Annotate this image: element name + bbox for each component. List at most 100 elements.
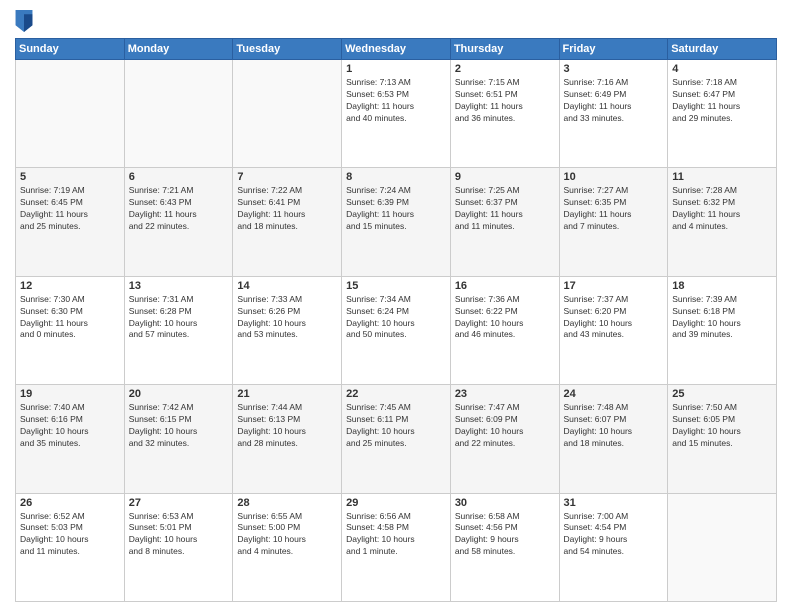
calendar-cell <box>124 60 233 168</box>
day-info: Sunrise: 7:39 AM Sunset: 6:18 PM Dayligh… <box>672 294 772 342</box>
day-info: Sunrise: 6:53 AM Sunset: 5:01 PM Dayligh… <box>129 511 229 559</box>
day-info: Sunrise: 7:21 AM Sunset: 6:43 PM Dayligh… <box>129 185 229 233</box>
day-number: 10 <box>564 171 664 183</box>
calendar-cell: 5 Sunrise: 7:19 AM Sunset: 6:45 PM Daylig… <box>16 168 125 276</box>
calendar-cell: 25 Sunrise: 7:50 AM Sunset: 6:05 PM Dayli… <box>668 385 777 493</box>
page: SundayMondayTuesdayWednesdayThursdayFrid… <box>0 0 792 612</box>
day-number: 24 <box>564 388 664 400</box>
week-row-1: 1Sunrise: 7:13 AM Sunset: 6:53 PM Daylig… <box>16 60 777 168</box>
weekday-header-sunday: Sunday <box>16 39 125 60</box>
calendar-cell: 9Sunrise: 7:25 AM Sunset: 6:37 PM Daylig… <box>450 168 559 276</box>
calendar-cell: 30 Sunrise: 6:58 AM Sunset: 4:56 PM Dayli… <box>450 493 559 601</box>
calendar-cell: 21 Sunrise: 7:44 AM Sunset: 6:13 PM Dayli… <box>233 385 342 493</box>
day-info: Sunrise: 6:52 AM Sunset: 5:03 PM Dayligh… <box>20 511 120 559</box>
day-info: Sunrise: 7:28 AM Sunset: 6:32 PM Dayligh… <box>672 185 772 233</box>
day-number: 31 <box>564 497 664 509</box>
calendar-cell: 6 Sunrise: 7:21 AM Sunset: 6:43 PM Daylig… <box>124 168 233 276</box>
day-number: 19 <box>20 388 120 400</box>
calendar-cell: 29Sunrise: 6:56 AM Sunset: 4:58 PM Dayli… <box>342 493 451 601</box>
day-info: Sunrise: 6:55 AM Sunset: 5:00 PM Dayligh… <box>237 511 337 559</box>
calendar-cell <box>233 60 342 168</box>
day-info: Sunrise: 7:30 AM Sunset: 6:30 PM Dayligh… <box>20 294 120 342</box>
week-row-5: 26 Sunrise: 6:52 AM Sunset: 5:03 PM Dayli… <box>16 493 777 601</box>
day-number: 29 <box>346 497 446 509</box>
day-number: 16 <box>455 280 555 292</box>
day-info: Sunrise: 7:36 AM Sunset: 6:22 PM Dayligh… <box>455 294 555 342</box>
calendar-cell: 28 Sunrise: 6:55 AM Sunset: 5:00 PM Dayli… <box>233 493 342 601</box>
day-number: 3 <box>564 63 664 75</box>
day-number: 17 <box>564 280 664 292</box>
day-number: 13 <box>129 280 229 292</box>
day-number: 18 <box>672 280 772 292</box>
day-number: 11 <box>672 171 772 183</box>
weekday-header-tuesday: Tuesday <box>233 39 342 60</box>
day-info: Sunrise: 7:34 AM Sunset: 6:24 PM Dayligh… <box>346 294 446 342</box>
day-info: Sunrise: 7:42 AM Sunset: 6:15 PM Dayligh… <box>129 402 229 450</box>
calendar-cell: 15Sunrise: 7:34 AM Sunset: 6:24 PM Dayli… <box>342 276 451 384</box>
weekday-header-monday: Monday <box>124 39 233 60</box>
day-number: 1 <box>346 63 446 75</box>
day-number: 22 <box>346 388 446 400</box>
week-row-4: 19 Sunrise: 7:40 AM Sunset: 6:16 PM Dayli… <box>16 385 777 493</box>
day-number: 6 <box>129 171 229 183</box>
day-info: Sunrise: 7:40 AM Sunset: 6:16 PM Dayligh… <box>20 402 120 450</box>
calendar-cell: 11 Sunrise: 7:28 AM Sunset: 6:32 PM Dayli… <box>668 168 777 276</box>
day-number: 2 <box>455 63 555 75</box>
day-number: 8 <box>346 171 446 183</box>
day-info: Sunrise: 7:16 AM Sunset: 6:49 PM Dayligh… <box>564 77 664 125</box>
calendar-cell: 31 Sunrise: 7:00 AM Sunset: 4:54 PM Dayli… <box>559 493 668 601</box>
calendar-cell: 17Sunrise: 7:37 AM Sunset: 6:20 PM Dayli… <box>559 276 668 384</box>
day-number: 30 <box>455 497 555 509</box>
calendar-cell: 12Sunrise: 7:30 AM Sunset: 6:30 PM Dayli… <box>16 276 125 384</box>
day-info: Sunrise: 7:27 AM Sunset: 6:35 PM Dayligh… <box>564 185 664 233</box>
calendar-cell: 8 Sunrise: 7:24 AM Sunset: 6:39 PM Daylig… <box>342 168 451 276</box>
day-info: Sunrise: 7:00 AM Sunset: 4:54 PM Dayligh… <box>564 511 664 559</box>
calendar-cell: 4 Sunrise: 7:18 AM Sunset: 6:47 PM Daylig… <box>668 60 777 168</box>
day-info: Sunrise: 7:45 AM Sunset: 6:11 PM Dayligh… <box>346 402 446 450</box>
calendar-cell: 2 Sunrise: 7:15 AM Sunset: 6:51 PM Daylig… <box>450 60 559 168</box>
day-info: Sunrise: 7:44 AM Sunset: 6:13 PM Dayligh… <box>237 402 337 450</box>
day-info: Sunrise: 7:33 AM Sunset: 6:26 PM Dayligh… <box>237 294 337 342</box>
header <box>15 10 777 32</box>
calendar-cell: 22 Sunrise: 7:45 AM Sunset: 6:11 PM Dayli… <box>342 385 451 493</box>
day-info: Sunrise: 7:18 AM Sunset: 6:47 PM Dayligh… <box>672 77 772 125</box>
calendar-cell: 10 Sunrise: 7:27 AM Sunset: 6:35 PM Dayli… <box>559 168 668 276</box>
calendar-cell <box>668 493 777 601</box>
calendar-cell: 26 Sunrise: 6:52 AM Sunset: 5:03 PM Dayli… <box>16 493 125 601</box>
calendar-cell: 20Sunrise: 7:42 AM Sunset: 6:15 PM Dayli… <box>124 385 233 493</box>
calendar-cell: 13 Sunrise: 7:31 AM Sunset: 6:28 PM Dayli… <box>124 276 233 384</box>
calendar-cell: 3 Sunrise: 7:16 AM Sunset: 6:49 PM Daylig… <box>559 60 668 168</box>
weekday-header-saturday: Saturday <box>668 39 777 60</box>
weekday-header-friday: Friday <box>559 39 668 60</box>
day-number: 28 <box>237 497 337 509</box>
weekday-header-wednesday: Wednesday <box>342 39 451 60</box>
calendar-cell: 7 Sunrise: 7:22 AM Sunset: 6:41 PM Daylig… <box>233 168 342 276</box>
calendar-cell: 24Sunrise: 7:48 AM Sunset: 6:07 PM Dayli… <box>559 385 668 493</box>
weekday-header-row: SundayMondayTuesdayWednesdayThursdayFrid… <box>16 39 777 60</box>
day-info: Sunrise: 7:15 AM Sunset: 6:51 PM Dayligh… <box>455 77 555 125</box>
logo <box>15 10 35 32</box>
day-number: 25 <box>672 388 772 400</box>
day-number: 4 <box>672 63 772 75</box>
week-row-3: 12Sunrise: 7:30 AM Sunset: 6:30 PM Dayli… <box>16 276 777 384</box>
calendar-cell: 1Sunrise: 7:13 AM Sunset: 6:53 PM Daylig… <box>342 60 451 168</box>
day-number: 5 <box>20 171 120 183</box>
day-info: Sunrise: 7:31 AM Sunset: 6:28 PM Dayligh… <box>129 294 229 342</box>
calendar-cell: 27Sunrise: 6:53 AM Sunset: 5:01 PM Dayli… <box>124 493 233 601</box>
day-info: Sunrise: 7:19 AM Sunset: 6:45 PM Dayligh… <box>20 185 120 233</box>
day-number: 9 <box>455 171 555 183</box>
weekday-header-thursday: Thursday <box>450 39 559 60</box>
day-number: 23 <box>455 388 555 400</box>
day-number: 21 <box>237 388 337 400</box>
day-info: Sunrise: 7:22 AM Sunset: 6:41 PM Dayligh… <box>237 185 337 233</box>
calendar-cell: 16 Sunrise: 7:36 AM Sunset: 6:22 PM Dayli… <box>450 276 559 384</box>
calendar-cell: 14 Sunrise: 7:33 AM Sunset: 6:26 PM Dayli… <box>233 276 342 384</box>
calendar-cell: 23Sunrise: 7:47 AM Sunset: 6:09 PM Dayli… <box>450 385 559 493</box>
week-row-2: 5 Sunrise: 7:19 AM Sunset: 6:45 PM Daylig… <box>16 168 777 276</box>
day-number: 26 <box>20 497 120 509</box>
day-info: Sunrise: 6:58 AM Sunset: 4:56 PM Dayligh… <box>455 511 555 559</box>
day-info: Sunrise: 7:50 AM Sunset: 6:05 PM Dayligh… <box>672 402 772 450</box>
day-info: Sunrise: 7:24 AM Sunset: 6:39 PM Dayligh… <box>346 185 446 233</box>
day-number: 7 <box>237 171 337 183</box>
day-number: 14 <box>237 280 337 292</box>
